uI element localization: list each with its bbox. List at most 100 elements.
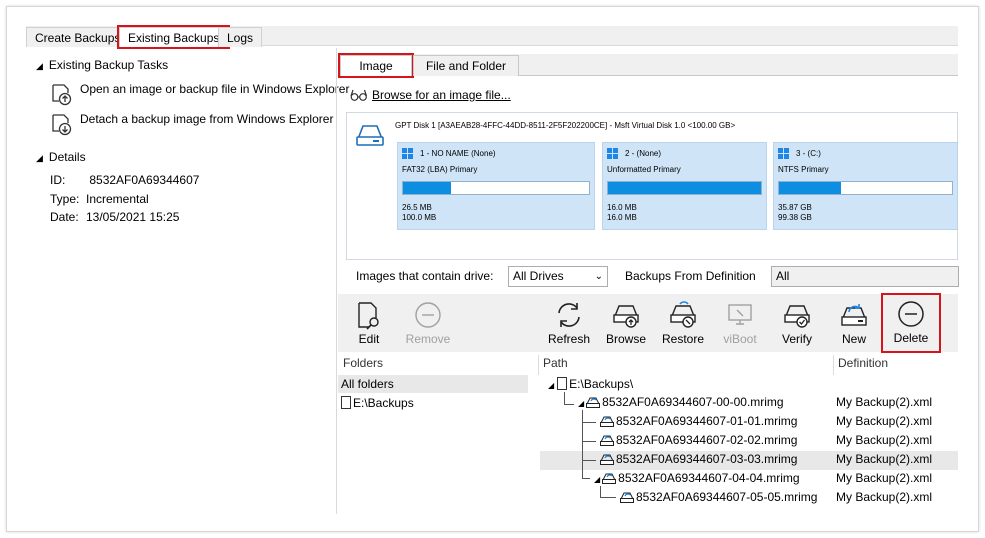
- partition-card[interactable]: 3 - (C:) NTFS Primary 35.87 GB 99.38 GB: [773, 142, 958, 230]
- backup-file-row[interactable]: 8532AF0A69344607-03-03.mrimg: [600, 450, 797, 468]
- minus-circle-icon: [415, 302, 441, 328]
- remove-label: Remove: [405, 332, 451, 346]
- partition-usage-fill: [608, 182, 761, 194]
- chevron-down-icon: ⌄: [594, 271, 603, 282]
- edit-icon: [358, 302, 379, 330]
- viboot-button[interactable]: viBoot: [714, 298, 766, 348]
- delete-label: Delete: [893, 331, 929, 345]
- backup-file-name: 8532AF0A69344607-05-05.mrimg: [636, 490, 818, 504]
- windows-icon: [607, 148, 619, 160]
- collapse-icon: ◢: [36, 153, 43, 163]
- partition-total: 16.0 MB: [607, 213, 637, 222]
- task-open-image[interactable]: Open an image or backup file in Windows …: [50, 82, 349, 106]
- details-heading[interactable]: ◢ Details: [36, 150, 86, 164]
- folder-label: All folders: [341, 377, 394, 391]
- backup-file-row[interactable]: 8532AF0A69344607-05-05.mrimg: [620, 488, 817, 506]
- expand-icon: ◢: [548, 381, 555, 390]
- id-value: 8532AF0A69344607: [89, 173, 200, 187]
- viboot-label: viBoot: [723, 332, 757, 346]
- tree-line: [582, 460, 596, 461]
- edit-button[interactable]: Edit: [343, 298, 395, 348]
- partition-usage-bar: [402, 181, 590, 195]
- refresh-label: Refresh: [547, 332, 591, 346]
- tab-existing-backups[interactable]: Existing Backups: [116, 25, 231, 49]
- column-divider[interactable]: [538, 355, 539, 375]
- partition-card[interactable]: 1 - NO NAME (None) FAT32 (LBA) Primary 26.…: [397, 142, 595, 230]
- glasses-icon: [350, 89, 368, 101]
- partition-usage-fill: [403, 182, 451, 194]
- tab-image[interactable]: Image: [338, 53, 414, 78]
- partition-card[interactable]: 2 - (None) Unformatted Primary 16.0 MB 16.0…: [602, 142, 767, 230]
- collapse-icon: ◢: [36, 61, 43, 71]
- new-button[interactable]: New: [828, 298, 880, 348]
- remove-button[interactable]: Remove: [402, 298, 454, 348]
- drive-filter-label: Images that contain drive:: [356, 269, 494, 283]
- tasks-heading[interactable]: ◢ Existing Backup Tasks: [36, 58, 168, 72]
- tree-line: [564, 404, 574, 405]
- backup-image-icon: [620, 492, 634, 503]
- root-path-label: E:\Backups\: [569, 377, 634, 391]
- browse-button[interactable]: Browse: [600, 298, 652, 348]
- backup-file-name: 8532AF0A69344607-04-04.mrimg: [618, 471, 800, 485]
- detail-type: Type: Incremental: [50, 192, 149, 206]
- folder-label: E:\Backups: [353, 396, 414, 410]
- column-definition[interactable]: Definition: [838, 356, 888, 370]
- verify-button[interactable]: Verify: [771, 298, 823, 348]
- definition-filter-label: Backups From Definition: [625, 269, 756, 283]
- column-folders[interactable]: Folders: [343, 356, 383, 370]
- folder-icon: [557, 377, 568, 390]
- date-label: Date:: [50, 210, 79, 224]
- refresh-button[interactable]: Refresh: [543, 298, 595, 348]
- partition-name: 2 - (None): [625, 149, 662, 158]
- backup-image-icon: [602, 473, 617, 484]
- tree-line: [582, 478, 590, 479]
- backup-definition: My Backup(2).xml: [836, 414, 933, 428]
- backup-definition: My Backup(2).xml: [836, 490, 933, 504]
- backup-file-name: 8532AF0A69344607-00-00.mrimg: [602, 395, 784, 409]
- backup-file-row[interactable]: 8532AF0A69344607-02-02.mrimg: [600, 431, 797, 449]
- backup-file-row[interactable]: ◢ 8532AF0A69344607-00-00.mrimg: [578, 393, 784, 411]
- date-value: 13/05/2021 15:25: [86, 210, 180, 224]
- folder-item-backups[interactable]: E:\Backups: [338, 394, 528, 412]
- detach-image-icon: [52, 114, 72, 136]
- browse-image-link[interactable]: Browse for an image file...: [350, 88, 511, 102]
- backup-definition: My Backup(2).xml: [836, 452, 933, 466]
- delete-button[interactable]: Delete: [881, 293, 941, 353]
- partition-name: 1 - NO NAME (None): [420, 149, 496, 158]
- pane-divider[interactable]: [336, 48, 337, 514]
- verify-icon: [784, 305, 810, 328]
- partition-sizes: 35.87 GB 99.38 GB: [778, 203, 812, 223]
- verify-label: Verify: [781, 332, 812, 346]
- backup-image-icon: [600, 416, 614, 427]
- task-detach-image[interactable]: Detach a backup image from Windows Explo…: [50, 112, 333, 136]
- backup-file-name: 8532AF0A69344607-02-02.mrimg: [616, 433, 798, 447]
- refresh-icon: [558, 303, 580, 327]
- folder-item-all[interactable]: All folders: [338, 375, 528, 393]
- windows-icon: [402, 148, 414, 160]
- column-divider[interactable]: [833, 355, 834, 375]
- backup-file-name: 8532AF0A69344607-01-01.mrimg: [616, 414, 798, 428]
- partition-used: 26.5 MB: [402, 203, 432, 212]
- tree-line: [600, 497, 616, 498]
- restore-label: Restore: [661, 332, 705, 346]
- column-path[interactable]: Path: [543, 356, 568, 370]
- backup-file-row[interactable]: 8532AF0A69344607-01-01.mrimg: [600, 412, 797, 430]
- task-open-label: Open an image or backup file in Windows …: [80, 82, 350, 96]
- partition-used: 35.87 GB: [778, 203, 812, 212]
- restore-button[interactable]: Restore: [657, 298, 709, 348]
- partition-usage-fill: [779, 182, 841, 194]
- disk-title: GPT Disk 1 [A3AEAB28-4FFC-44DD-8511-2F5F…: [395, 121, 736, 130]
- backup-definition: My Backup(2).xml: [836, 395, 933, 409]
- task-detach-label: Detach a backup image from Windows Explo…: [80, 112, 334, 126]
- drive-filter-select[interactable]: All Drives ⌄: [508, 266, 608, 287]
- partition-sizes: 16.0 MB 16.0 MB: [607, 203, 637, 223]
- tab-create-backups[interactable]: Create Backups: [26, 27, 130, 47]
- tab-logs[interactable]: Logs: [218, 27, 263, 47]
- tab-file-and-folder[interactable]: File and Folder: [413, 55, 519, 76]
- expand-icon: ◢: [594, 475, 601, 484]
- partition-type: Unformatted Primary: [607, 165, 681, 174]
- tree-root-row[interactable]: ◢ E:\Backups\: [548, 375, 633, 393]
- definition-filter-select[interactable]: All: [771, 266, 959, 287]
- backup-file-row[interactable]: ◢ 8532AF0A69344607-04-04.mrimg: [594, 469, 800, 487]
- tree-line: [582, 422, 596, 423]
